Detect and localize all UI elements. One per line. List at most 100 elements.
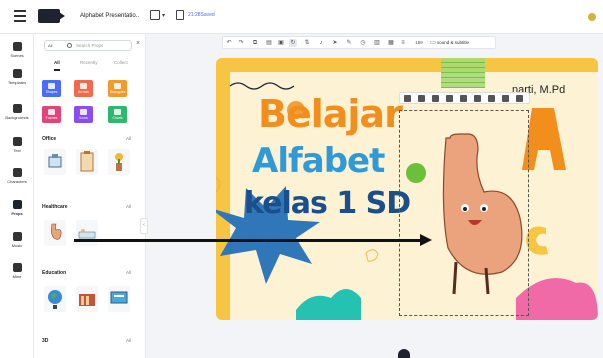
saved-status: 21:28Saved xyxy=(188,12,215,18)
filter-select[interactable]: All xyxy=(48,43,52,48)
tab-collect[interactable]: Collect xyxy=(114,60,128,65)
rail-characters[interactable]: Characters xyxy=(0,168,34,184)
selection-box[interactable] xyxy=(399,110,529,316)
device-icon[interactable] xyxy=(150,10,160,20)
slide-heading-line2[interactable]: Alfabet xyxy=(252,141,385,181)
section-title-healthcare: Healthcare xyxy=(42,204,68,210)
effect-icon[interactable]: ✎ xyxy=(345,39,353,47)
prop-thumb[interactable] xyxy=(108,149,130,175)
section-all-healthcare[interactable]: All xyxy=(126,204,131,209)
object-tool-icon[interactable] xyxy=(502,95,509,102)
annotation-arrow xyxy=(74,239,424,242)
sound-subtitle-button[interactable]: sound & subtitle xyxy=(437,40,469,45)
delete-icon[interactable]: ▥ xyxy=(373,39,381,47)
prop-thumb[interactable] xyxy=(76,220,98,246)
chevron-down-icon[interactable]: ▾ xyxy=(162,12,165,19)
characters-icon xyxy=(12,168,22,177)
zoom-value[interactable]: 189 xyxy=(411,39,427,47)
tab-all[interactable]: All xyxy=(54,60,60,71)
object-tool-icon[interactable] xyxy=(446,95,453,102)
object-tool-icon[interactable] xyxy=(474,95,481,102)
props-tabs: All Recently Collect xyxy=(44,60,140,72)
save-icon[interactable] xyxy=(176,10,184,20)
category-dialogues[interactable]: Dialogues xyxy=(108,80,127,97)
section-all-office[interactable]: All xyxy=(126,136,131,141)
app-logo xyxy=(38,9,65,23)
menu-icon[interactable] xyxy=(14,10,26,22)
props-panel: All Search Props × All Recently Collect … xyxy=(34,34,148,358)
icons-icon xyxy=(80,109,87,115)
flip-icon[interactable]: ⇅ xyxy=(303,39,311,47)
music-icon xyxy=(12,232,22,241)
search-input[interactable]: Search Props xyxy=(76,43,103,48)
prop-thumb-globe[interactable] xyxy=(44,286,66,312)
slide-heading-line3[interactable]: kelas 1 SD xyxy=(244,186,411,221)
templates-icon xyxy=(12,69,22,78)
mic-icon[interactable]: ♪ xyxy=(317,39,325,47)
tab-recently[interactable]: Recently xyxy=(80,60,98,65)
rail-props[interactable]: Props xyxy=(0,200,34,216)
grid-decoration xyxy=(441,58,485,88)
category-charts[interactable]: Charts xyxy=(108,106,127,123)
category-shapes[interactable]: Shapes xyxy=(42,80,61,97)
frames-icon xyxy=(48,109,55,115)
section-all-education[interactable]: All xyxy=(126,270,131,275)
top-bar: Alphabet Presentatio.. ▾ 21:28Saved xyxy=(0,0,603,34)
bottom-handle xyxy=(398,349,410,358)
slide-heading-line1[interactable]: Belajar xyxy=(258,92,403,136)
section-title-3d: 3D xyxy=(42,338,49,344)
opacity-icon[interactable]: ≡ xyxy=(399,39,407,47)
object-tool-icon[interactable] xyxy=(432,95,439,102)
rail-mine[interactable]: Mine xyxy=(0,263,34,279)
scenes-icon xyxy=(12,42,22,51)
panel-collapse-handle[interactable]: ‹ xyxy=(140,218,148,234)
timer-icon[interactable]: ◷ xyxy=(359,39,367,47)
prop-thumb[interactable] xyxy=(76,149,98,175)
prop-thumb-books[interactable] xyxy=(76,286,98,312)
section-all-3d[interactable]: All xyxy=(126,338,131,343)
caption-icon[interactable]: ▭ xyxy=(429,39,437,47)
editor-toolbar: ↶ ↷ ⧉ ▤ ▣ ↻ ⇅ ♪ ➤ ✎ ◷ ▥ ▦ ≡ 189 ▭ sound … xyxy=(222,36,496,49)
prop-thumb-board[interactable] xyxy=(108,286,130,312)
rotate-icon[interactable]: ↻ xyxy=(289,39,297,47)
category-frames[interactable]: Frames xyxy=(42,106,61,123)
mine-icon xyxy=(12,263,22,272)
lock-icon[interactable]: ▦ xyxy=(387,39,395,47)
rail-templates[interactable]: Templates xyxy=(0,69,34,85)
document-title[interactable]: Alphabet Presentatio.. xyxy=(80,13,139,19)
search-bar[interactable]: All Search Props xyxy=(44,40,132,51)
rail-text[interactable]: Text xyxy=(0,137,34,153)
props-icon xyxy=(12,200,22,209)
text-icon xyxy=(12,137,22,146)
backgrounds-icon xyxy=(12,104,22,113)
category-arrows[interactable]: Arrows xyxy=(74,80,93,97)
object-tool-icon[interactable] xyxy=(404,95,411,102)
motion-icon[interactable]: ➤ xyxy=(331,39,339,47)
object-tool-icon[interactable] xyxy=(488,95,495,102)
arrows-icon xyxy=(80,83,87,89)
object-tool-icon[interactable] xyxy=(460,95,467,102)
section-title-office: Office xyxy=(42,136,57,142)
user-avatar[interactable] xyxy=(588,13,596,21)
object-toolbar xyxy=(399,92,530,104)
copy-icon[interactable]: ⧉ xyxy=(251,39,259,47)
layer-icon[interactable]: ▤ xyxy=(265,39,273,47)
prop-thumb-stomach[interactable] xyxy=(44,220,66,246)
category-icons[interactable]: Icons xyxy=(74,106,93,123)
close-icon[interactable]: × xyxy=(136,40,140,47)
undo-icon[interactable]: ↶ xyxy=(225,39,233,47)
prop-thumb[interactable] xyxy=(44,149,66,175)
annotation-arrow-head xyxy=(420,234,432,246)
crop-icon[interactable]: ▣ xyxy=(277,39,285,47)
section-title-education: Education xyxy=(42,270,67,276)
object-tool-icon[interactable] xyxy=(516,95,523,102)
rail-music[interactable]: Music xyxy=(0,232,34,248)
object-tool-icon[interactable] xyxy=(418,95,425,102)
rail-scenes[interactable]: Scenes xyxy=(0,42,34,58)
charts-icon xyxy=(114,109,121,115)
left-rail: Scenes Templates Backgrounds Text Charac… xyxy=(0,34,34,358)
rail-backgrounds[interactable]: Backgrounds xyxy=(0,104,34,120)
search-icon xyxy=(67,43,72,48)
redo-icon[interactable]: ↷ xyxy=(237,39,245,47)
dialogues-icon xyxy=(114,83,121,89)
